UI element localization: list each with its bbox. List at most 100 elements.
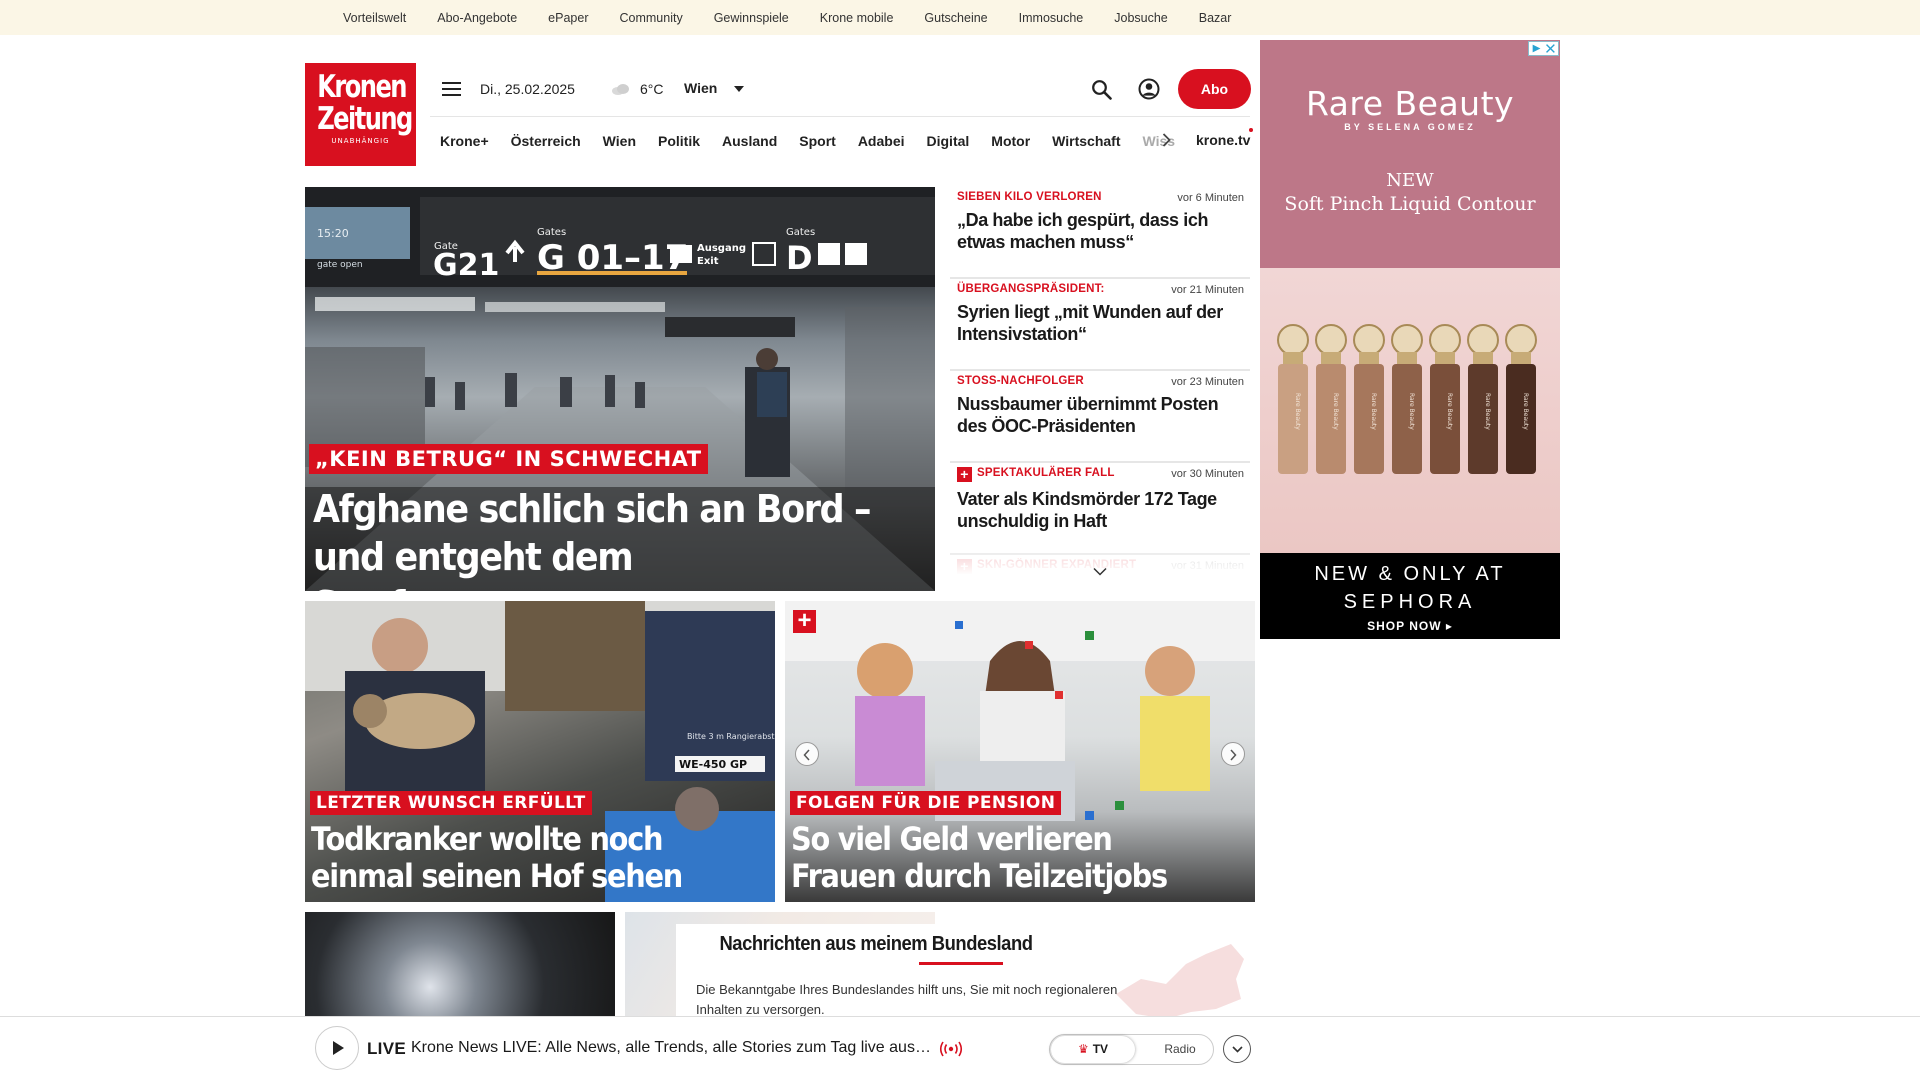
krone-plus-badge: + — [793, 609, 816, 633]
bundesland-title: Nachrichten aus meinem Bundesland — [719, 933, 1033, 955]
ad-shop-now[interactable]: SHOP NOW ▸ — [1260, 619, 1560, 633]
broadcast-icon — [939, 1041, 963, 1057]
logo-line-1: Kronen — [317, 69, 407, 105]
nav-item[interactable]: Wirtschaft — [1052, 133, 1120, 149]
contour-bottle: Rare Beauty — [1429, 324, 1461, 474]
topbar-link[interactable]: Bazar — [1199, 11, 1232, 25]
topbar-link[interactable]: Immosuche — [1019, 11, 1084, 25]
tile-headline[interactable]: So viel Geld verlieren Frauen durch Teil… — [791, 821, 1205, 895]
topbar-link[interactable]: Vorteilswelt — [343, 11, 406, 25]
ad-brand-sub: BY SELENA GOMEZ — [1344, 122, 1476, 132]
tv-radio-toggle: ♛ TV Radio — [1049, 1034, 1214, 1065]
ad-brand: Rare Beauty — [1305, 84, 1515, 123]
title-underline — [919, 962, 1003, 965]
nav-item[interactable]: Motor — [991, 133, 1030, 149]
ad-product: Soft Pinch Liquid Contour — [1284, 193, 1536, 215]
chevron-down-icon[interactable] — [1093, 567, 1107, 576]
topbar-link[interactable]: Abo-Angebote — [437, 11, 517, 25]
latest-news-list: SIEBEN KILO VERLOREN vor 6 Minuten „Da hab… — [950, 187, 1250, 574]
account-icon[interactable] — [1138, 78, 1160, 100]
svg-text:Exit: Exit — [697, 256, 719, 267]
play-button[interactable] — [315, 1026, 359, 1070]
hero-kicker: „KEIN BETRUG“ IN SCHWECHAT — [309, 444, 708, 474]
article-tile[interactable]: + FOLGEN FÜR DIE PENSION So viel Geld ve… — [785, 601, 1255, 902]
live-dot — [1249, 128, 1253, 132]
live-label: LIVE — [367, 1039, 406, 1058]
news-list-item[interactable]: + SPEKTAKULÄRER FALL vor 30 Minuten Vater a… — [950, 463, 1250, 555]
nav-krone-tv[interactable]: krone.tv — [1196, 132, 1250, 148]
nav-item[interactable]: Ausland — [722, 133, 777, 149]
nav-divider — [430, 116, 1250, 117]
search-icon[interactable] — [1091, 79, 1112, 100]
ad-cta-panel: NEW & ONLY AT SEPHORA SHOP NOW ▸ — [1260, 553, 1560, 639]
hero-headline[interactable]: Afghane schlich sich an Bord – und entge… — [313, 485, 874, 591]
hero-article[interactable]: 15:20 gate open Gate G21 Gates G 01–17 A… — [305, 187, 935, 591]
svg-text:Gates: Gates — [537, 227, 566, 238]
news-headline[interactable]: „Da habe ich gespürt, dass ich etwas mac… — [957, 209, 1244, 253]
topbar-link[interactable]: Gewinnspiele — [714, 11, 789, 25]
news-list-item[interactable]: ÜBERGANGSPRÄSIDENT: vor 21 Minuten Syrien … — [950, 279, 1250, 371]
nav-item[interactable]: Adabei — [858, 133, 905, 149]
carousel-next-button[interactable] — [1221, 742, 1245, 766]
nav-item[interactable]: Wien — [603, 133, 636, 149]
news-headline[interactable]: Vater als Kindsmörder 172 Tage unschuldi… — [957, 488, 1244, 532]
news-list-item[interactable]: STOSS-NACHFOLGER vor 23 Minuten Nussbaumer… — [950, 371, 1250, 463]
svg-text:Gates: Gates — [786, 227, 815, 238]
topbar-link[interactable]: Community — [619, 11, 682, 25]
tv-toggle-option[interactable]: ♛ TV — [1051, 1036, 1135, 1063]
nav-item[interactable]: Digital — [927, 133, 970, 149]
ad-product-image: Rare Beauty Rare Beauty Rare Beauty Rare Be… — [1260, 268, 1560, 553]
bottle-label: Rare Beauty — [1408, 393, 1415, 430]
rare-beauty-advertisement[interactable]: Rare Beauty BY SELENA GOMEZ NEW Soft Pin… — [1260, 40, 1560, 639]
news-list-fade — [950, 545, 1250, 585]
topbar-link[interactable]: Gutscheine — [924, 11, 987, 25]
ad-new-label: NEW — [1386, 170, 1434, 191]
expand-player-button[interactable] — [1223, 1035, 1251, 1063]
svg-text:Bitte 3 m Rangierabst.: Bitte 3 m Rangierabst. — [687, 732, 775, 741]
news-kicker-text: SIEBEN KILO VERLOREN — [957, 191, 1102, 203]
nav-item[interactable]: Österreich — [511, 133, 581, 149]
tile-kicker: LETZTER WUNSCH ERFÜLLT — [310, 791, 592, 815]
live-player-bar: LIVE Krone News LIVE: Alle News, alle Tr… — [0, 1016, 1920, 1080]
adchoices-close-icon[interactable] — [1528, 41, 1559, 56]
tv-label: TV — [1092, 1042, 1109, 1056]
crown-icon: ♛ — [1077, 1042, 1089, 1056]
chevron-left-icon — [803, 749, 810, 761]
svg-text:WE-450 GP: WE-450 GP — [679, 758, 747, 771]
bottle-label: Rare Beauty — [1332, 393, 1339, 430]
news-timestamp: vor 23 Minuten — [1171, 376, 1244, 388]
radio-toggle-option[interactable]: Radio — [1150, 1036, 1210, 1063]
bottle-label: Rare Beauty — [1484, 393, 1491, 430]
chevron-right-icon — [1230, 749, 1237, 761]
hamburger-menu-icon[interactable] — [442, 82, 461, 96]
chevron-down-icon[interactable] — [734, 86, 744, 92]
kronen-zeitung-logo[interactable]: Kronen Zeitung UNABHÄNGIG — [305, 63, 416, 166]
nav-item[interactable]: Sport — [799, 133, 836, 149]
abo-button[interactable]: Abo — [1178, 69, 1251, 109]
ad-cta-line1: NEW & ONLY AT — [1314, 563, 1506, 585]
contour-bottles: Rare Beauty Rare Beauty Rare Beauty Rare Be… — [1277, 324, 1537, 474]
topbar-link[interactable]: ePaper — [548, 11, 588, 25]
cloud-icon — [612, 84, 629, 95]
nav-item[interactable]: Krone+ — [440, 133, 489, 149]
tile-headline[interactable]: Todkranker wollte noch einmal seinen Hof… — [311, 821, 725, 895]
bottle-label: Rare Beauty — [1294, 393, 1301, 430]
city-selector[interactable]: Wien — [684, 80, 717, 96]
ad-top-panel: Rare Beauty BY SELENA GOMEZ NEW Soft Pin… — [1260, 40, 1560, 268]
news-timestamp: vor 21 Minuten — [1171, 284, 1244, 296]
article-tile[interactable]: WE-450 GP Bitte 3 m Rangierabst. LETZTER… — [305, 601, 775, 902]
topbar-link[interactable]: Jobsuche — [1114, 11, 1168, 25]
logo-tagline: UNABHÄNGIG — [331, 137, 390, 145]
contour-bottle: Rare Beauty — [1467, 324, 1499, 474]
chevron-right-icon[interactable] — [1162, 133, 1171, 147]
news-headline[interactable]: Syrien liegt „mit Wunden auf der Intensi… — [957, 301, 1244, 345]
contour-bottle: Rare Beauty — [1353, 324, 1385, 474]
live-stream-title[interactable]: Krone News LIVE: Alle News, alle Trends,… — [411, 1039, 931, 1057]
carousel-prev-button[interactable] — [795, 742, 819, 766]
nav-item[interactable]: Politik — [658, 133, 700, 149]
utility-links: Vorteilswelt Abo-Angebote ePaper Community G… — [343, 0, 1262, 35]
news-list-item[interactable]: SIEBEN KILO VERLOREN vor 6 Minuten „Da hab… — [950, 187, 1250, 279]
topbar-link[interactable]: Krone mobile — [820, 11, 894, 25]
news-headline[interactable]: Nussbaumer übernimmt Posten des ÖOC-Präs… — [957, 393, 1244, 437]
bundesland-description: Die Bekanntgabe Ihres Bundeslandes hilft… — [696, 982, 1118, 1017]
